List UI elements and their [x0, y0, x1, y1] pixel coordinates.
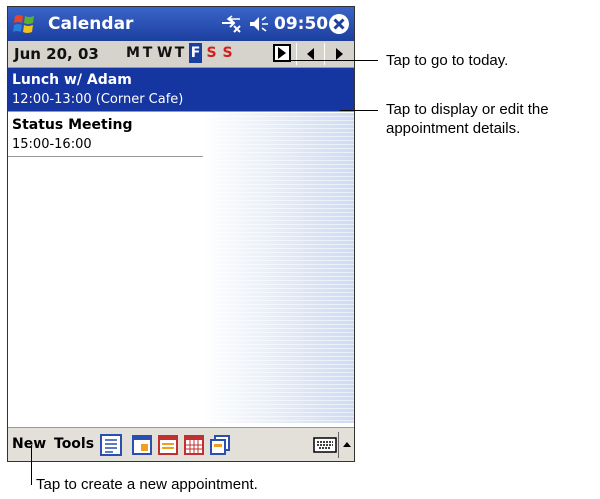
year-view-icon[interactable] — [210, 435, 230, 455]
date-bar: Jun 20, 03 M T W T F S S — [8, 41, 354, 68]
command-bar: New Tools — [8, 427, 355, 461]
weekday-wednesday[interactable]: W — [157, 45, 172, 61]
title-bar: Calendar 09:50 — [8, 7, 354, 41]
input-selector-arrow-icon[interactable] — [338, 432, 355, 458]
new-menu[interactable]: New — [12, 436, 46, 452]
details-callout-line2: appointment details. — [386, 120, 521, 137]
clock-time[interactable]: 09:50 — [274, 14, 328, 34]
new-leader-line — [31, 445, 32, 485]
month-view-icon[interactable] — [184, 435, 204, 455]
app-title: Calendar — [48, 14, 134, 34]
weekday-monday[interactable]: M — [126, 45, 140, 61]
weekday-thursday[interactable]: T — [173, 45, 186, 61]
details-leader-line — [340, 110, 378, 111]
tools-menu[interactable]: Tools — [54, 436, 94, 452]
weekday-tuesday[interactable]: T — [141, 45, 154, 61]
today-leader-line — [276, 60, 378, 61]
start-menu-icon[interactable] — [12, 11, 38, 37]
appointment-title: Status Meeting — [12, 117, 133, 133]
weekday-sunday[interactable]: S — [221, 45, 234, 61]
previous-week-icon[interactable] — [296, 43, 325, 65]
speaker-icon[interactable] — [248, 15, 270, 33]
appointment-title: Lunch w/ Adam — [12, 72, 132, 88]
today-callout: Tap to go to today. — [386, 52, 509, 69]
appointment-time: 12:00-13:00 (Corner Cafe) — [12, 92, 184, 107]
week-view-icon[interactable] — [158, 435, 178, 455]
next-week-icon[interactable] — [324, 43, 353, 65]
background-stripes — [203, 113, 354, 423]
appointment-item[interactable]: Lunch w/ Adam 12:00-13:00 (Corner Cafe) — [8, 68, 354, 112]
pocket-pc-screen: Calendar 09:50 Jun 20, 03 M T W T F S S — [7, 6, 355, 462]
keyboard-icon[interactable] — [313, 437, 337, 453]
details-callout-line1: Tap to display or edit the — [386, 101, 549, 118]
connectivity-icon[interactable] — [220, 15, 242, 33]
current-date[interactable]: Jun 20, 03 — [14, 45, 99, 63]
weekday-saturday[interactable]: S — [205, 45, 218, 61]
close-icon[interactable] — [328, 13, 350, 35]
appointment-time: 15:00-16:00 — [12, 137, 92, 152]
agenda-view-icon[interactable] — [100, 434, 122, 456]
new-appointment-callout: Tap to create a new appointment. — [36, 476, 258, 493]
day-view-icon[interactable] — [132, 435, 152, 455]
weekday-friday[interactable]: F — [189, 43, 202, 63]
